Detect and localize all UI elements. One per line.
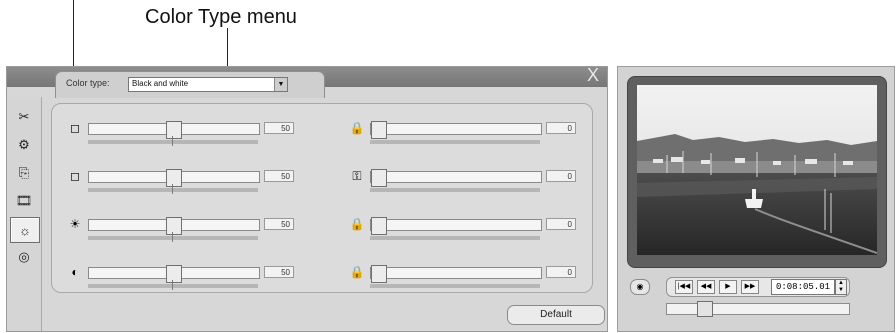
sidebar-tool-4[interactable]: 🎞: [10, 189, 38, 213]
sidebar-tool-3[interactable]: ⎘: [10, 161, 38, 185]
left-slider-track-3[interactable]: [88, 217, 260, 235]
right-slider-row-2: ⚿ 0: [348, 168, 578, 204]
harbor-scene-image: [637, 85, 877, 255]
left-slider-track-2[interactable]: [88, 169, 260, 187]
left-slider-value-4: 50: [264, 266, 294, 278]
close-icon[interactable]: X: [587, 65, 599, 86]
half-circle-icon: ◐: [71, 265, 79, 279]
right-slider-thumb-2[interactable]: [371, 169, 387, 187]
right-slider-row-4: 🔒 0: [348, 264, 578, 300]
video-preview-image: [637, 85, 877, 255]
scissors-icon: ✂: [18, 109, 30, 124]
right-slider-scale-2: [370, 188, 540, 192]
contrast-icon: ◻: [70, 121, 80, 135]
color-type-menu-callout: Color Type menu: [145, 6, 297, 28]
fast-forward-button[interactable]: ▶▶: [741, 280, 759, 294]
right-slider-row-3: 🔒 0: [348, 216, 578, 252]
lock-icon: 🔒: [349, 265, 365, 279]
lock-icon: 🔒: [349, 217, 365, 231]
contrast-icon: ◻: [70, 169, 80, 183]
right-slider-track-4[interactable]: [370, 265, 542, 283]
right-slider-track-1[interactable]: [370, 121, 542, 139]
right-slider-scale-1: [370, 140, 540, 144]
sidebar-tool-color[interactable]: ☼: [10, 217, 40, 243]
left-slider-row-3: ☀ 50: [66, 216, 296, 252]
preview-panel: ◉ |◀◀ ◀◀ ▶ ▶▶ 0:08:05.01 ▲ ▼: [617, 66, 895, 332]
tool-sidebar: ✂ ⚙ ⎘ 🎞 ☼ ◎: [7, 97, 42, 331]
right-slider-track-2[interactable]: [370, 169, 542, 187]
brightness-icon: ☀: [69, 217, 81, 231]
left-slider-midline-4: [172, 280, 173, 290]
right-slider-scale-3: [370, 236, 540, 240]
color-type-dropdown[interactable]: Black and white ▼: [128, 77, 288, 92]
right-slider-value-3: 0: [546, 218, 576, 230]
gear-icon: ⚙: [18, 137, 30, 152]
left-slider-value-1: 50: [264, 122, 294, 134]
left-slider-scale-1: [88, 136, 258, 146]
left-slider-thumb-3[interactable]: [166, 217, 182, 235]
color-type-selected-value: Black and white: [132, 79, 189, 88]
scrubber-thumb[interactable]: [697, 301, 713, 317]
left-slider-scale-3: [88, 232, 258, 242]
left-slider-row-1: ◻ 50: [66, 120, 296, 156]
left-slider-midline-2: [172, 184, 173, 194]
right-slider-thumb-4[interactable]: [371, 265, 387, 283]
color-correction-panel: X Color type: Black and white ▼ ✂ ⚙ ⎘ 🎞 …: [6, 65, 608, 332]
right-slider-value-4: 0: [546, 266, 576, 278]
left-slider-row-2: ◻ 50: [66, 168, 296, 204]
left-slider-scale-2: [88, 184, 258, 194]
left-slider-row-4: ◐ 50: [66, 264, 296, 300]
sidebar-tool-6[interactable]: ◎: [10, 245, 38, 269]
chevron-down-icon[interactable]: ▼: [274, 78, 287, 91]
eye-icon: ◎: [18, 249, 30, 264]
video-frame: [627, 76, 887, 268]
film-icon: 🎞: [15, 193, 33, 208]
lock-icon: 🔒: [349, 121, 365, 135]
key-icon: ⚿: [352, 168, 362, 183]
color-tool-icon: ☼: [19, 222, 31, 238]
play-button[interactable]: ▶: [719, 280, 737, 294]
timecode-display[interactable]: 0:08:05.01: [771, 279, 835, 295]
left-slider-track-1[interactable]: [88, 121, 260, 139]
left-slider-value-2: 50: [264, 170, 294, 182]
right-slider-thumb-1[interactable]: [371, 121, 387, 139]
playback-controls: ◉ |◀◀ ◀◀ ▶ ▶▶ 0:08:05.01 ▲ ▼: [630, 277, 880, 321]
left-slider-thumb-4[interactable]: [166, 265, 182, 283]
right-slider-track-3[interactable]: [370, 217, 542, 235]
left-slider-track-4[interactable]: [88, 265, 260, 283]
left-slider-scale-4: [88, 280, 258, 290]
disc-icon[interactable]: ◉: [630, 279, 650, 295]
left-slider-midline-1: [172, 136, 173, 146]
left-slider-thumb-2[interactable]: [166, 169, 182, 187]
spin-down-icon[interactable]: ▼: [836, 287, 846, 294]
left-slider-thumb-1[interactable]: [166, 121, 182, 139]
copy-icon: ⎘: [18, 165, 30, 180]
default-button[interactable]: Default: [507, 305, 605, 325]
right-slider-row-1: 🔒 0: [348, 120, 578, 156]
color-type-tab: Color type: Black and white ▼: [55, 71, 325, 98]
sidebar-tool-2[interactable]: ⚙: [10, 133, 38, 157]
right-slider-thumb-3[interactable]: [371, 217, 387, 235]
first-frame-button[interactable]: |◀◀: [675, 280, 693, 294]
rewind-button[interactable]: ◀◀: [697, 280, 715, 294]
callout-leader-vertical-1: [227, 28, 228, 66]
adjustments-area: ◻ 50 ◻ 50 ☀ 50 ◐ 50 🔒 0 ⚿ 0 🔒 0 🔒 0: [51, 103, 593, 293]
right-slider-value-1: 0: [546, 122, 576, 134]
right-slider-scale-4: [370, 284, 540, 288]
left-slider-value-3: 50: [264, 218, 294, 230]
color-type-label: Color type:: [66, 78, 110, 88]
timecode-spinner[interactable]: ▲ ▼: [835, 279, 847, 295]
sidebar-tool-1[interactable]: ✂: [10, 105, 38, 129]
right-slider-value-2: 0: [546, 170, 576, 182]
transport-bar: |◀◀ ◀◀ ▶ ▶▶ 0:08:05.01 ▲ ▼: [666, 277, 850, 297]
spin-up-icon[interactable]: ▲: [836, 280, 846, 287]
left-slider-midline-3: [172, 232, 173, 242]
scrubber-track[interactable]: [666, 301, 850, 317]
